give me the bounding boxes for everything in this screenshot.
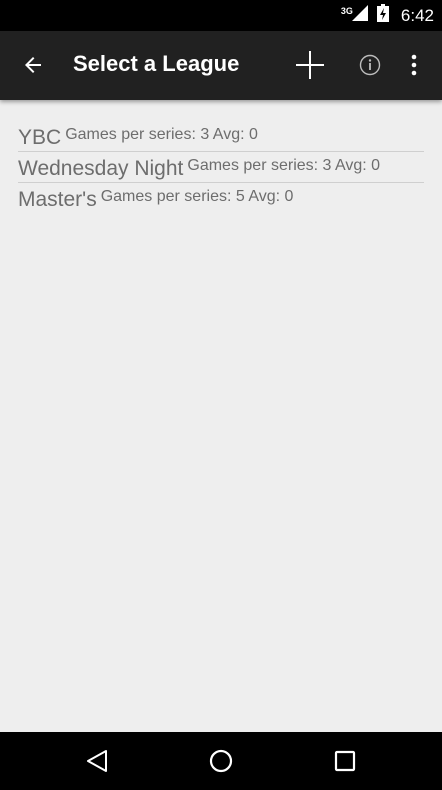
nav-back-icon bbox=[87, 750, 107, 772]
more-vert-icon bbox=[411, 54, 417, 76]
league-details: Games per series: 3 Avg: 0 bbox=[65, 126, 258, 143]
info-button[interactable] bbox=[350, 45, 390, 85]
network-type: 3G bbox=[340, 5, 353, 16]
nav-recents-button[interactable] bbox=[325, 741, 365, 781]
nav-home-icon bbox=[209, 749, 233, 773]
add-league-button[interactable] bbox=[290, 45, 330, 85]
league-details: Games per series: 5 Avg: 0 bbox=[100, 188, 294, 205]
league-item-wednesday-night[interactable]: Wednesday Night Games per series: 3 Avg:… bbox=[18, 152, 424, 183]
battery-icon bbox=[376, 4, 389, 27]
league-item-masters[interactable]: Master's Games per series: 5 Avg: 0 bbox=[18, 183, 424, 213]
nav-recents-icon bbox=[334, 750, 356, 772]
signal-icon bbox=[351, 5, 369, 26]
league-name: Master's bbox=[18, 188, 97, 211]
league-item-ybc[interactable]: YBC Games per series: 3 Avg: 0 bbox=[18, 121, 424, 152]
league-list: YBC Games per series: 3 Avg: 0 Wednesday… bbox=[18, 121, 424, 213]
league-name: Wednesday Night bbox=[18, 157, 184, 180]
arrow-back-icon bbox=[25, 57, 41, 73]
clock: 6:42 bbox=[400, 5, 434, 25]
league-details: Games per series: 3 Avg: 0 bbox=[187, 157, 381, 174]
info-icon bbox=[359, 54, 381, 76]
navigation-bar bbox=[0, 732, 442, 790]
nav-back-button[interactable] bbox=[77, 741, 117, 781]
nav-home-button[interactable] bbox=[201, 741, 241, 781]
league-name: YBC bbox=[18, 126, 62, 149]
more-options-button[interactable] bbox=[400, 45, 428, 85]
app-bar: Select a League bbox=[0, 31, 442, 100]
add-icon bbox=[296, 51, 324, 79]
page-title: Select a League bbox=[73, 51, 240, 76]
back-button[interactable] bbox=[13, 45, 53, 85]
status-bar: 3G 6:42 bbox=[0, 0, 442, 31]
